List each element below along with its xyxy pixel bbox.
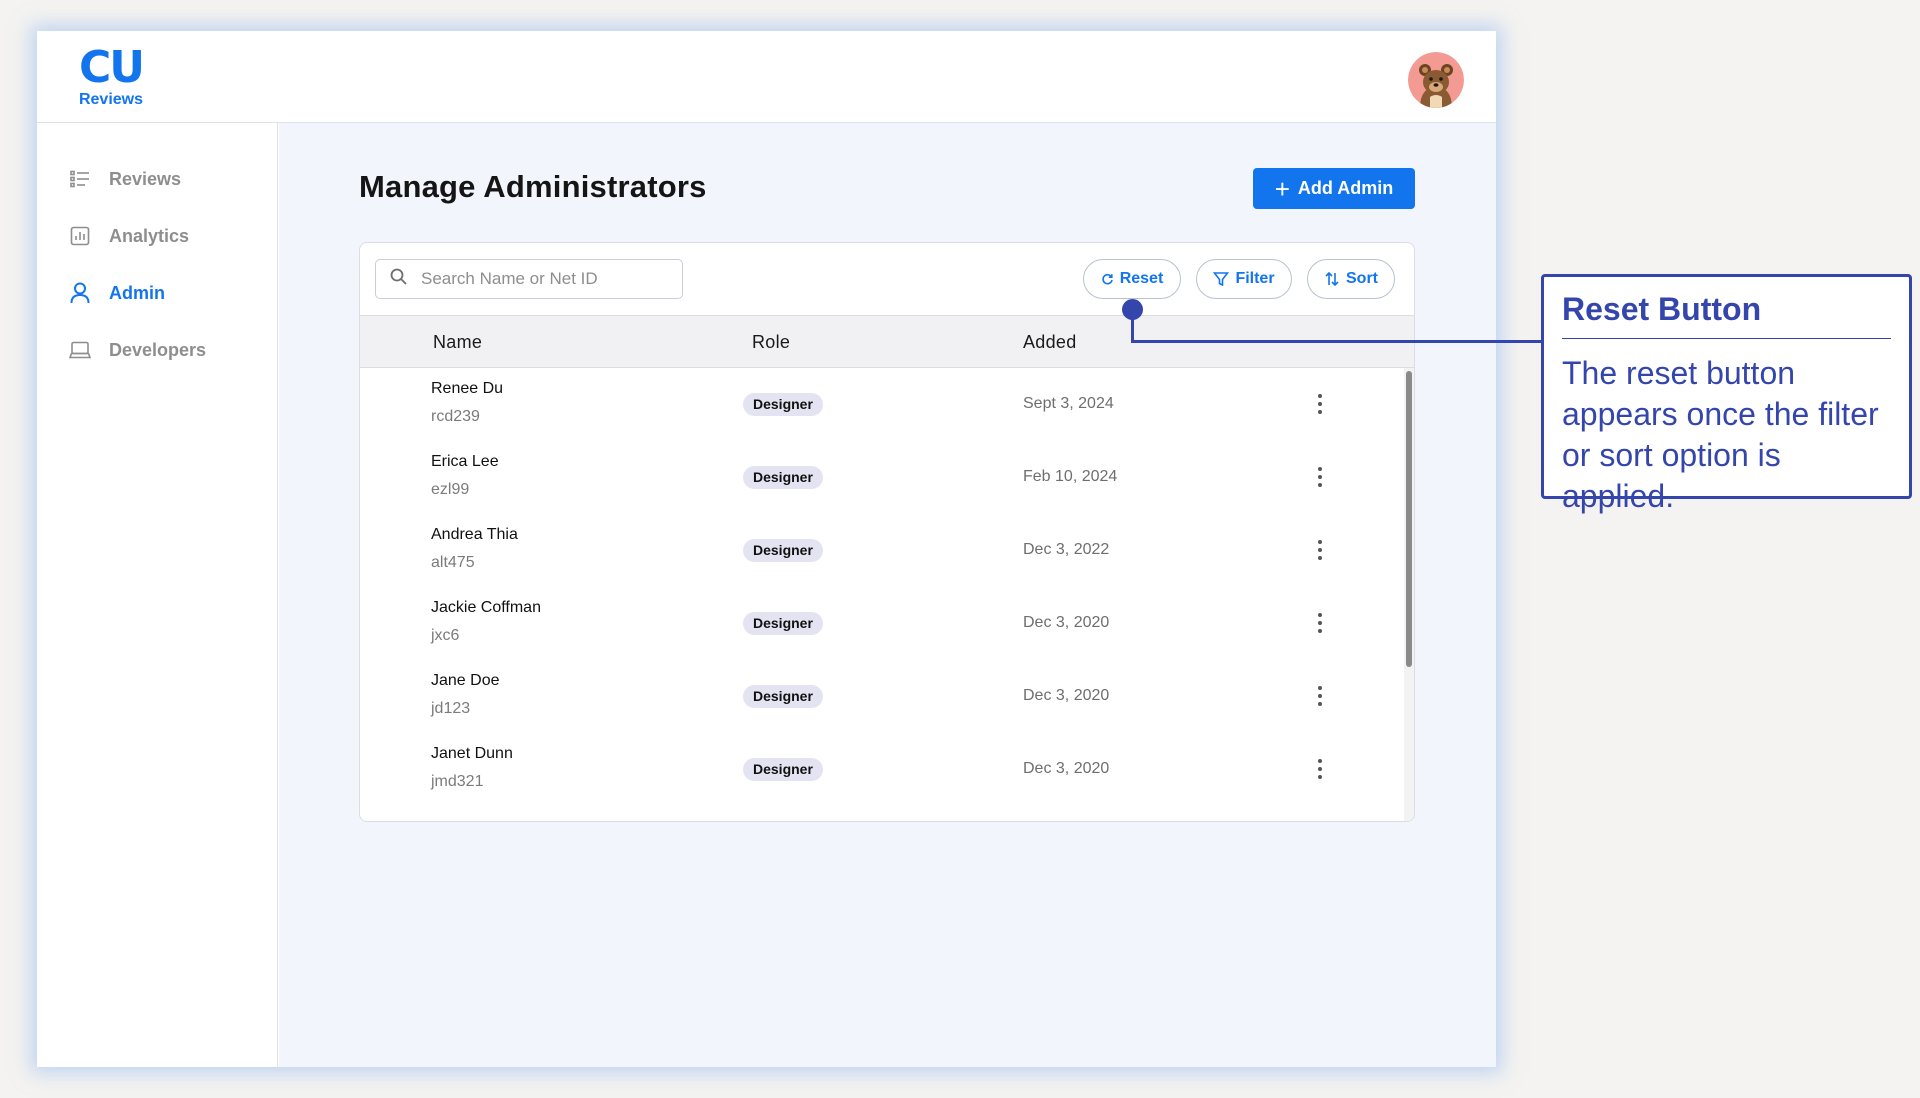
user-icon <box>69 282 91 304</box>
annotation-callout: Reset Button The reset button appears on… <box>1541 274 1912 514</box>
role-badge: Designer <box>743 393 823 416</box>
sort-label: Sort <box>1346 270 1378 287</box>
added-date: Dec 3, 2020 <box>1023 614 1110 631</box>
bear-avatar-icon[interactable] <box>1408 52 1464 108</box>
table-body: Renee Du rcd239 Designer Sept 3, 2024 Er… <box>360 368 1414 821</box>
added-date: Sept 3, 2024 <box>1023 395 1114 412</box>
refresh-icon <box>1101 273 1113 284</box>
role-badge: Designer <box>743 539 823 562</box>
admin-net-id: ezl99 <box>431 481 470 498</box>
logo-mark: CU <box>78 42 145 93</box>
added-date: Dec 3, 2022 <box>1023 541 1110 558</box>
admin-name: Jane Doe <box>431 672 500 689</box>
table-scrollbar[interactable] <box>1404 368 1414 821</box>
table-row[interactable]: Andrea Thia alt475 Designer Dec 3, 2022 <box>360 514 1400 587</box>
sidebar-item-label: Developers <box>109 339 207 360</box>
table-row[interactable]: Jackie Coffman jxc6 Designer Dec 3, 2020 <box>360 587 1400 660</box>
added-date: Dec 3, 2020 <box>1023 760 1110 777</box>
admin-net-id: jd123 <box>431 700 471 717</box>
sort-button[interactable]: Sort <box>1307 259 1395 299</box>
logo[interactable]: CU Reviews <box>71 45 151 111</box>
app-window: CU Reviews Reviews Analytics Admin Devel… <box>37 31 1496 1067</box>
table-row[interactable]: Janet Dunn jmd321 Designer Dec 3, 2020 <box>360 733 1400 806</box>
more-options-icon[interactable] <box>1308 753 1332 785</box>
search-input[interactable] <box>421 269 671 289</box>
reset-label: Reset <box>1119 270 1164 287</box>
scrollbar-thumb[interactable] <box>1406 371 1412 667</box>
page-title: Manage Administrators <box>359 169 707 204</box>
admin-net-id: alt475 <box>431 554 475 571</box>
more-options-icon[interactable] <box>1308 680 1332 712</box>
callout-marker <box>1122 299 1143 320</box>
admin-net-id: jxc6 <box>431 627 460 644</box>
laptop-icon <box>69 339 91 361</box>
search-box[interactable] <box>375 259 683 299</box>
reset-button[interactable]: Reset <box>1083 259 1181 299</box>
filter-button[interactable]: Filter <box>1196 259 1292 299</box>
sidebar-item-label: Reviews <box>109 168 182 189</box>
add-admin-label: Add Admin <box>1297 178 1394 198</box>
sort-icon <box>1325 271 1339 287</box>
table-row[interactable]: Jane Doe jd123 Designer Dec 3, 2020 <box>360 660 1400 733</box>
table-row[interactable]: Renee Du rcd239 Designer Sept 3, 2024 <box>360 368 1400 441</box>
role-badge: Designer <box>743 612 823 635</box>
role-badge: Designer <box>743 466 823 489</box>
admin-name: Andrea Thia <box>431 526 518 543</box>
admin-name: Erica Lee <box>431 453 499 470</box>
plus-icon: + <box>1274 173 1290 204</box>
main-content: Manage Administrators + Add Admin Search… <box>279 123 1496 1067</box>
sidebar-item-label: Analytics <box>109 225 190 246</box>
sidebar-item-analytics[interactable]: Analytics <box>37 219 277 253</box>
top-bar: CU Reviews <box>37 31 1496 123</box>
filter-icon <box>1213 272 1230 287</box>
more-options-icon[interactable] <box>1308 388 1332 420</box>
list-icon <box>69 168 91 190</box>
added-date: Feb 10, 2024 <box>1023 468 1118 485</box>
bar-chart-icon <box>69 225 91 247</box>
more-options-icon[interactable] <box>1308 461 1332 493</box>
search-icon <box>390 268 407 290</box>
filter-label: Filter <box>1235 270 1275 287</box>
admin-net-id: rcd239 <box>431 408 480 425</box>
admin-name: Janet Dunn <box>431 745 513 762</box>
column-header-name[interactable]: Name <box>433 332 482 353</box>
admin-net-id: jmd321 <box>431 773 484 790</box>
column-header-added[interactable]: Added <box>1023 332 1077 353</box>
callout-connector <box>1131 340 1541 343</box>
role-badge: Designer <box>743 758 823 781</box>
sidebar: Reviews Analytics Admin Developers <box>37 123 278 1067</box>
column-header-role[interactable]: Role <box>752 332 790 353</box>
sidebar-item-reviews[interactable]: Reviews <box>37 162 277 196</box>
admin-name: Renee Du <box>431 380 504 397</box>
add-admin-button[interactable]: + Add Admin <box>1253 168 1415 209</box>
table-row[interactable]: Erica Lee ezl99 Designer Feb 10, 2024 <box>360 441 1400 514</box>
admin-table-card: Reset Filter Sort Name Role <box>359 242 1415 822</box>
annotation-body: The reset button appears once the filter… <box>1562 355 1879 514</box>
logo-text: Reviews <box>78 91 144 108</box>
sidebar-item-admin[interactable]: Admin <box>37 276 277 310</box>
added-date: Dec 3, 2020 <box>1023 687 1110 704</box>
more-options-icon[interactable] <box>1308 534 1332 566</box>
role-badge: Designer <box>743 685 823 708</box>
sidebar-item-developers[interactable]: Developers <box>37 333 277 367</box>
admin-name: Jackie Coffman <box>431 599 541 616</box>
sidebar-item-label: Admin <box>109 282 165 303</box>
annotation-title: Reset Button <box>1562 291 1891 339</box>
more-options-icon[interactable] <box>1308 607 1332 639</box>
